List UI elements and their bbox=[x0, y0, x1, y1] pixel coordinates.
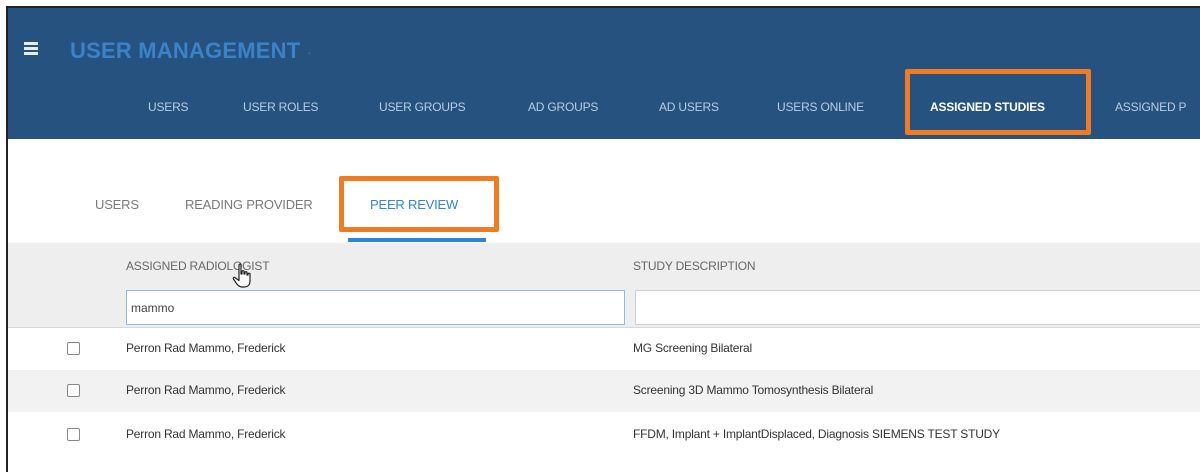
table-row[interactable]: Perron Rad Mammo, Frederick Screening 3D… bbox=[8, 370, 1200, 412]
tab-user-groups[interactable]: USER GROUPS bbox=[379, 100, 466, 114]
tab-ad-groups[interactable]: AD GROUPS bbox=[528, 100, 598, 114]
active-tab-indicator bbox=[348, 238, 486, 242]
column-header-study-description[interactable]: STUDY DESCRIPTION bbox=[633, 259, 756, 273]
cell-study-description: Screening 3D Mammo Tomosynthesis Bilater… bbox=[633, 383, 874, 397]
cell-radiologist: Perron Rad Mammo, Frederick bbox=[126, 341, 286, 355]
hand-cursor-icon bbox=[232, 263, 251, 288]
cell-radiologist: Perron Rad Mammo, Frederick bbox=[126, 383, 286, 397]
study-filter-input[interactable] bbox=[635, 290, 1200, 325]
tab-user-roles[interactable]: USER ROLES bbox=[243, 100, 319, 114]
table-row[interactable]: Perron Rad Mammo, Frederick FFDM, Implan… bbox=[8, 414, 1200, 456]
tab-users-online[interactable]: USERS ONLINE bbox=[777, 100, 864, 114]
hamburger-icon[interactable] bbox=[24, 42, 42, 56]
table-row[interactable]: Perron Rad Mammo, Frederick MG Screening… bbox=[8, 328, 1200, 370]
subtab-users[interactable]: USERS bbox=[95, 197, 139, 212]
cell-radiologist: Perron Rad Mammo, Frederick bbox=[126, 427, 286, 441]
row-checkbox[interactable] bbox=[67, 384, 80, 397]
row-checkbox[interactable] bbox=[67, 428, 80, 441]
cell-study-description: MG Screening Bilateral bbox=[633, 341, 752, 355]
cell-study-description: FFDM, Implant + ImplantDisplaced, Diagno… bbox=[633, 427, 1000, 441]
tab-assigned-p[interactable]: ASSIGNED P bbox=[1115, 100, 1187, 114]
highlight-assigned-studies bbox=[905, 69, 1091, 135]
subtab-reading-provider[interactable]: READING PROVIDER bbox=[185, 197, 313, 212]
sub-nav: USERS READING PROVIDER PEER REVIEW bbox=[8, 197, 1200, 219]
page-title: USER MANAGEMENT bbox=[70, 38, 301, 63]
title-suffix: · bbox=[307, 44, 312, 60]
tab-ad-users[interactable]: AD USERS bbox=[659, 100, 719, 114]
tab-users[interactable]: USERS bbox=[148, 100, 189, 114]
radiologist-filter-input[interactable] bbox=[126, 290, 625, 325]
grid-header: ASSIGNED RADIOLOGIST STUDY DESCRIPTION bbox=[8, 243, 1200, 328]
row-checkbox[interactable] bbox=[67, 342, 80, 355]
app-window: USER MANAGEMENT · USERS USER ROLES USER … bbox=[6, 6, 1200, 472]
highlight-peer-review bbox=[339, 176, 499, 232]
